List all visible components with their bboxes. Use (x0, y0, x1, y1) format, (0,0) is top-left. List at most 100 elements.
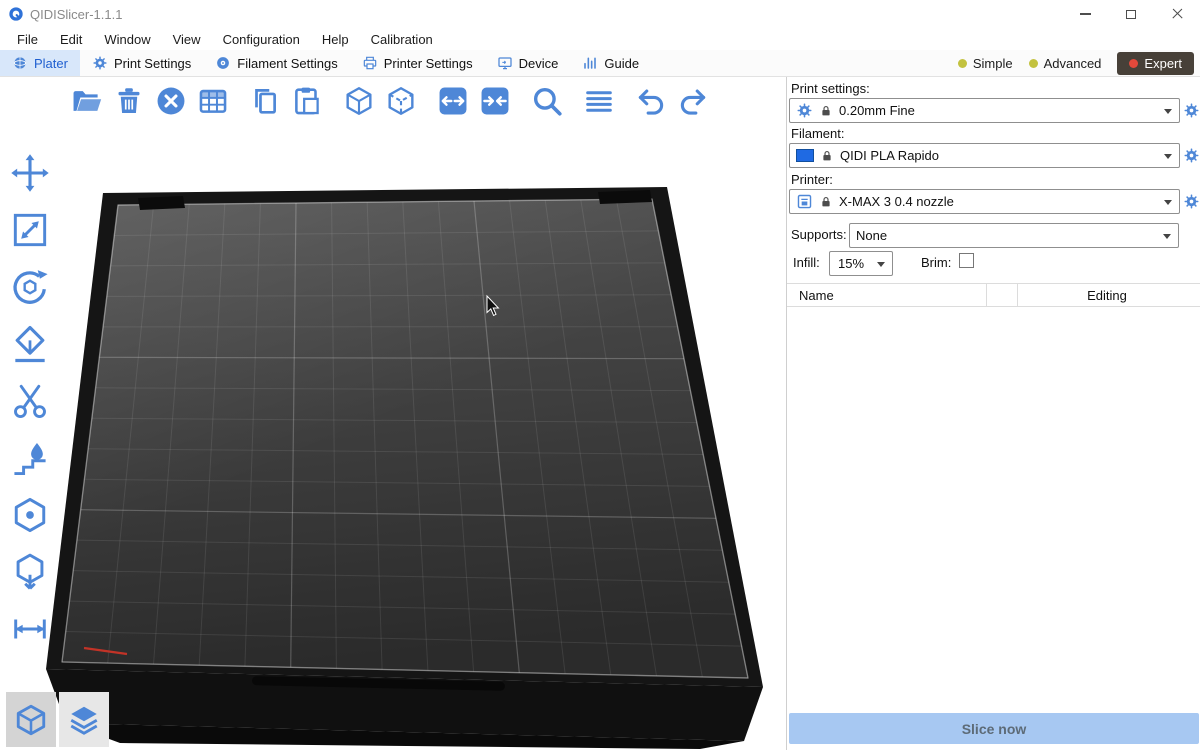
printer-small-icon (796, 193, 813, 210)
import-icon[interactable] (70, 84, 104, 118)
delete-icon[interactable] (112, 84, 146, 118)
supports-select[interactable]: None (849, 223, 1179, 248)
split-to-objects-icon[interactable] (342, 84, 376, 118)
titlebar: QIDISlicer-1.1.1 (0, 0, 1200, 28)
tab-device[interactable]: Device (485, 50, 571, 76)
menubar: File Edit Window View Configuration Help… (0, 28, 1200, 50)
mode-expert[interactable]: Expert (1117, 52, 1194, 75)
menu-edit[interactable]: Edit (49, 32, 93, 47)
view-toggle (6, 692, 109, 747)
paint-support-icon[interactable] (8, 436, 52, 480)
brim-checkbox[interactable] (959, 253, 974, 268)
slice-now-button[interactable]: Slice now (789, 713, 1199, 744)
place-on-face-icon[interactable] (8, 322, 52, 366)
move-icon[interactable] (8, 151, 52, 195)
supports-label: Supports: (791, 227, 847, 242)
menu-file[interactable]: File (6, 32, 49, 47)
sink-icon[interactable] (8, 550, 52, 594)
tab-filament-settings[interactable]: Filament Settings (203, 50, 349, 76)
chevron-down-icon (1164, 109, 1172, 114)
name-column-header[interactable]: Name (799, 288, 834, 303)
mode-simple[interactable]: Simple (958, 56, 1013, 71)
seam-icon[interactable] (8, 493, 52, 537)
mode-simple-label: Simple (973, 56, 1013, 71)
device-icon (497, 55, 513, 71)
copy-icon[interactable] (248, 84, 282, 118)
infill-value: 15% (838, 256, 864, 271)
filament-gear-button[interactable] (1183, 147, 1200, 164)
printer-gear-button[interactable] (1183, 193, 1200, 210)
preview-layers-icon (66, 702, 102, 738)
add-instance-icon[interactable] (436, 84, 470, 118)
maximize-icon (1126, 10, 1136, 19)
menu-calibration[interactable]: Calibration (360, 32, 444, 47)
tab-guide[interactable]: Guide (570, 50, 651, 76)
arrange-icon[interactable] (196, 84, 230, 118)
printer-select[interactable]: X-MAX 3 0.4 nozzle (789, 189, 1180, 214)
variable-layer-height-icon[interactable] (582, 84, 616, 118)
editing-column-header[interactable]: Editing (1017, 288, 1197, 303)
window-title: QIDISlicer-1.1.1 (30, 7, 122, 22)
app-window: QIDISlicer-1.1.1 File Edit Window View C… (0, 0, 1200, 750)
measure-icon[interactable] (8, 607, 52, 651)
advanced-mode-dot-icon (1029, 59, 1038, 68)
preview-view-button[interactable] (59, 692, 109, 747)
brim-label: Brim: (921, 255, 951, 270)
editor-view-cube-icon (13, 702, 49, 738)
minimize-icon (1080, 13, 1091, 15)
lock-icon (819, 195, 833, 209)
tab-printer-settings[interactable]: Printer Settings (350, 50, 485, 76)
tab-plater[interactable]: Plater (0, 50, 80, 76)
object-list[interactable] (787, 307, 1200, 710)
menu-window[interactable]: Window (93, 32, 161, 47)
chevron-down-icon (1164, 154, 1172, 159)
delete-all-icon[interactable] (154, 84, 188, 118)
filament-select[interactable]: QIDI PLA Rapido (789, 143, 1180, 168)
supports-value: None (856, 228, 887, 243)
gear-icon (92, 55, 108, 71)
remove-instance-icon[interactable] (478, 84, 512, 118)
tab-printer-settings-label: Printer Settings (384, 56, 473, 71)
editor-view-button[interactable] (6, 692, 56, 747)
viewport-3d[interactable] (0, 77, 786, 750)
print-settings-select[interactable]: 0.20mm Fine (789, 98, 1180, 123)
undo-icon[interactable] (634, 84, 668, 118)
chevron-down-icon (1163, 234, 1171, 239)
menu-view[interactable]: View (162, 32, 212, 47)
object-list-header: Name Editing (787, 283, 1200, 307)
mode-advanced[interactable]: Advanced (1029, 56, 1102, 71)
filament-color-swatch (796, 149, 814, 162)
paste-icon[interactable] (290, 84, 324, 118)
simple-mode-dot-icon (958, 59, 967, 68)
search-icon[interactable] (530, 84, 564, 118)
lock-icon (820, 149, 834, 163)
split-to-parts-icon[interactable] (384, 84, 418, 118)
printer-icon (362, 55, 378, 71)
tab-filament-settings-label: Filament Settings (237, 56, 337, 71)
guide-icon (582, 55, 598, 71)
menu-configuration[interactable]: Configuration (212, 32, 311, 47)
plater-icon (12, 55, 28, 71)
minimize-button[interactable] (1062, 0, 1108, 28)
gizmo-toolbar (8, 151, 52, 664)
expert-mode-dot-icon (1129, 59, 1138, 68)
scale-icon[interactable] (8, 208, 52, 252)
tab-print-settings[interactable]: Print Settings (80, 50, 203, 76)
main-tabbar: Plater Print Settings Filament Settings … (0, 50, 1200, 77)
infill-select[interactable]: 15% (829, 251, 893, 276)
print-settings-label: Print settings: (791, 81, 870, 96)
maximize-button[interactable] (1108, 0, 1154, 28)
print-settings-value: 0.20mm Fine (839, 103, 915, 118)
menu-help[interactable]: Help (311, 32, 360, 47)
rotate-icon[interactable] (8, 265, 52, 309)
plater-toolbar (70, 84, 710, 118)
close-button[interactable] (1154, 0, 1200, 28)
column-separator (986, 284, 987, 306)
tab-guide-label: Guide (604, 56, 639, 71)
mode-advanced-label: Advanced (1044, 56, 1102, 71)
cut-icon[interactable] (8, 379, 52, 423)
gear-icon (796, 102, 813, 119)
redo-icon[interactable] (676, 84, 710, 118)
print-settings-gear-button[interactable] (1183, 102, 1200, 119)
print-bed[interactable] (0, 77, 786, 750)
